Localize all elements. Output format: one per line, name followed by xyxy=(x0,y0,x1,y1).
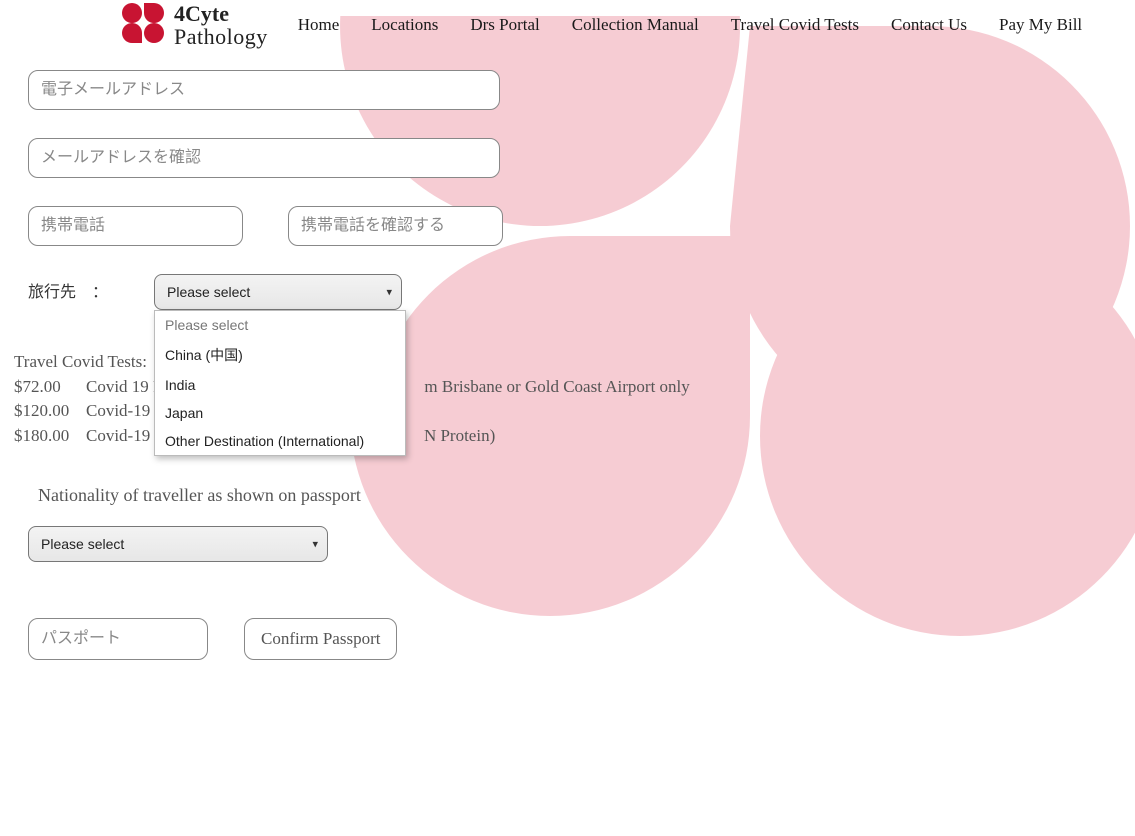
destination-option[interactable]: China (中国) xyxy=(155,339,405,371)
site-header: 4Cyte Pathology Home Locations Drs Porta… xyxy=(0,0,1135,50)
nav-contact-us[interactable]: Contact Us xyxy=(891,15,967,35)
nav-travel-covid-tests[interactable]: Travel Covid Tests xyxy=(731,15,859,35)
mobile-confirm-field[interactable] xyxy=(288,206,503,246)
destination-option[interactable]: India xyxy=(155,371,405,399)
main-nav: Home Locations Drs Portal Collection Man… xyxy=(298,15,1082,35)
passport-confirm-label: Confirm Passport xyxy=(261,629,380,649)
mobile-field[interactable] xyxy=(28,206,243,246)
passport-field[interactable] xyxy=(28,618,208,660)
destination-option[interactable]: Japan xyxy=(155,399,405,427)
nav-pay-my-bill[interactable]: Pay My Bill xyxy=(999,15,1082,35)
nav-collection-manual[interactable]: Collection Manual xyxy=(572,15,699,35)
test-price: $180.00 xyxy=(14,424,76,449)
destination-dropdown-list: Please select China (中国) India Japan Oth… xyxy=(154,310,406,456)
brand-logo[interactable]: 4Cyte Pathology xyxy=(120,1,268,50)
test-desc-tail: N Protein) xyxy=(424,424,495,449)
destination-select[interactable]: Please select xyxy=(154,274,402,310)
test-desc: Covid 19 R xyxy=(86,375,164,400)
nav-locations[interactable]: Locations xyxy=(371,15,438,35)
test-desc-tail: m Brisbane or Gold Coast Airport only xyxy=(424,375,689,400)
brand-text: 4Cyte Pathology xyxy=(174,2,268,48)
nav-drs-portal[interactable]: Drs Portal xyxy=(470,15,539,35)
nationality-select[interactable]: Please select xyxy=(28,526,328,562)
test-desc: Covid-19 F xyxy=(86,399,164,424)
email-confirm-field[interactable] xyxy=(28,138,500,178)
travel-form: 旅行先 ： Please select ▾ Please select Chin… xyxy=(0,50,1135,660)
test-desc: Covid-19 F xyxy=(86,424,164,449)
brand-icon xyxy=(120,1,166,50)
passport-confirm-field[interactable]: Confirm Passport xyxy=(244,618,397,660)
nationality-label: Nationality of traveller as shown on pas… xyxy=(38,485,1135,506)
destination-option[interactable]: Please select xyxy=(155,311,405,339)
test-price: $72.00 xyxy=(14,375,76,400)
email-field[interactable] xyxy=(28,70,500,110)
nav-home[interactable]: Home xyxy=(298,15,340,35)
test-price: $120.00 xyxy=(14,399,76,424)
destination-option[interactable]: Other Destination (International) xyxy=(155,427,405,455)
destination-label: 旅行先 ： xyxy=(28,278,150,302)
